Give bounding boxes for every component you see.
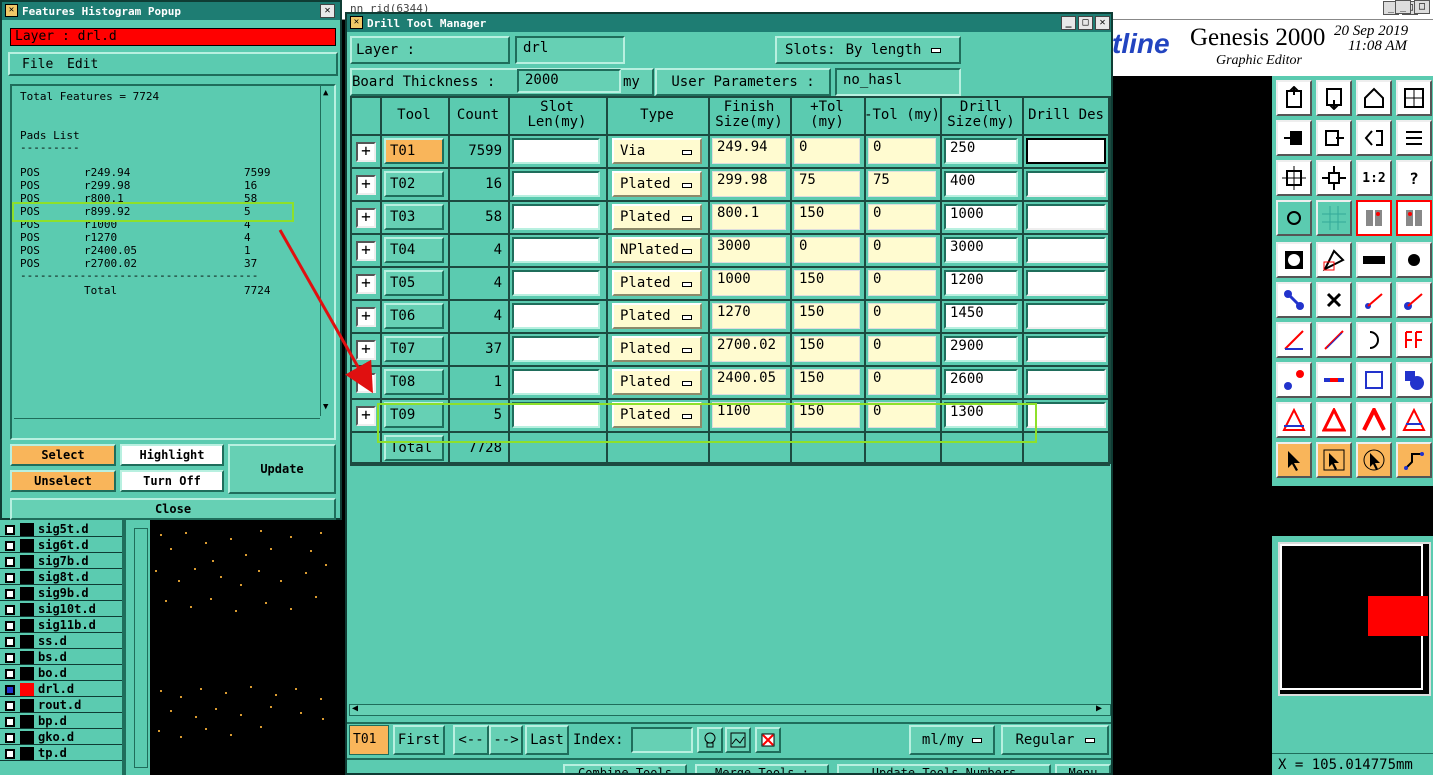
annotation-arrow: [278, 229, 373, 394]
